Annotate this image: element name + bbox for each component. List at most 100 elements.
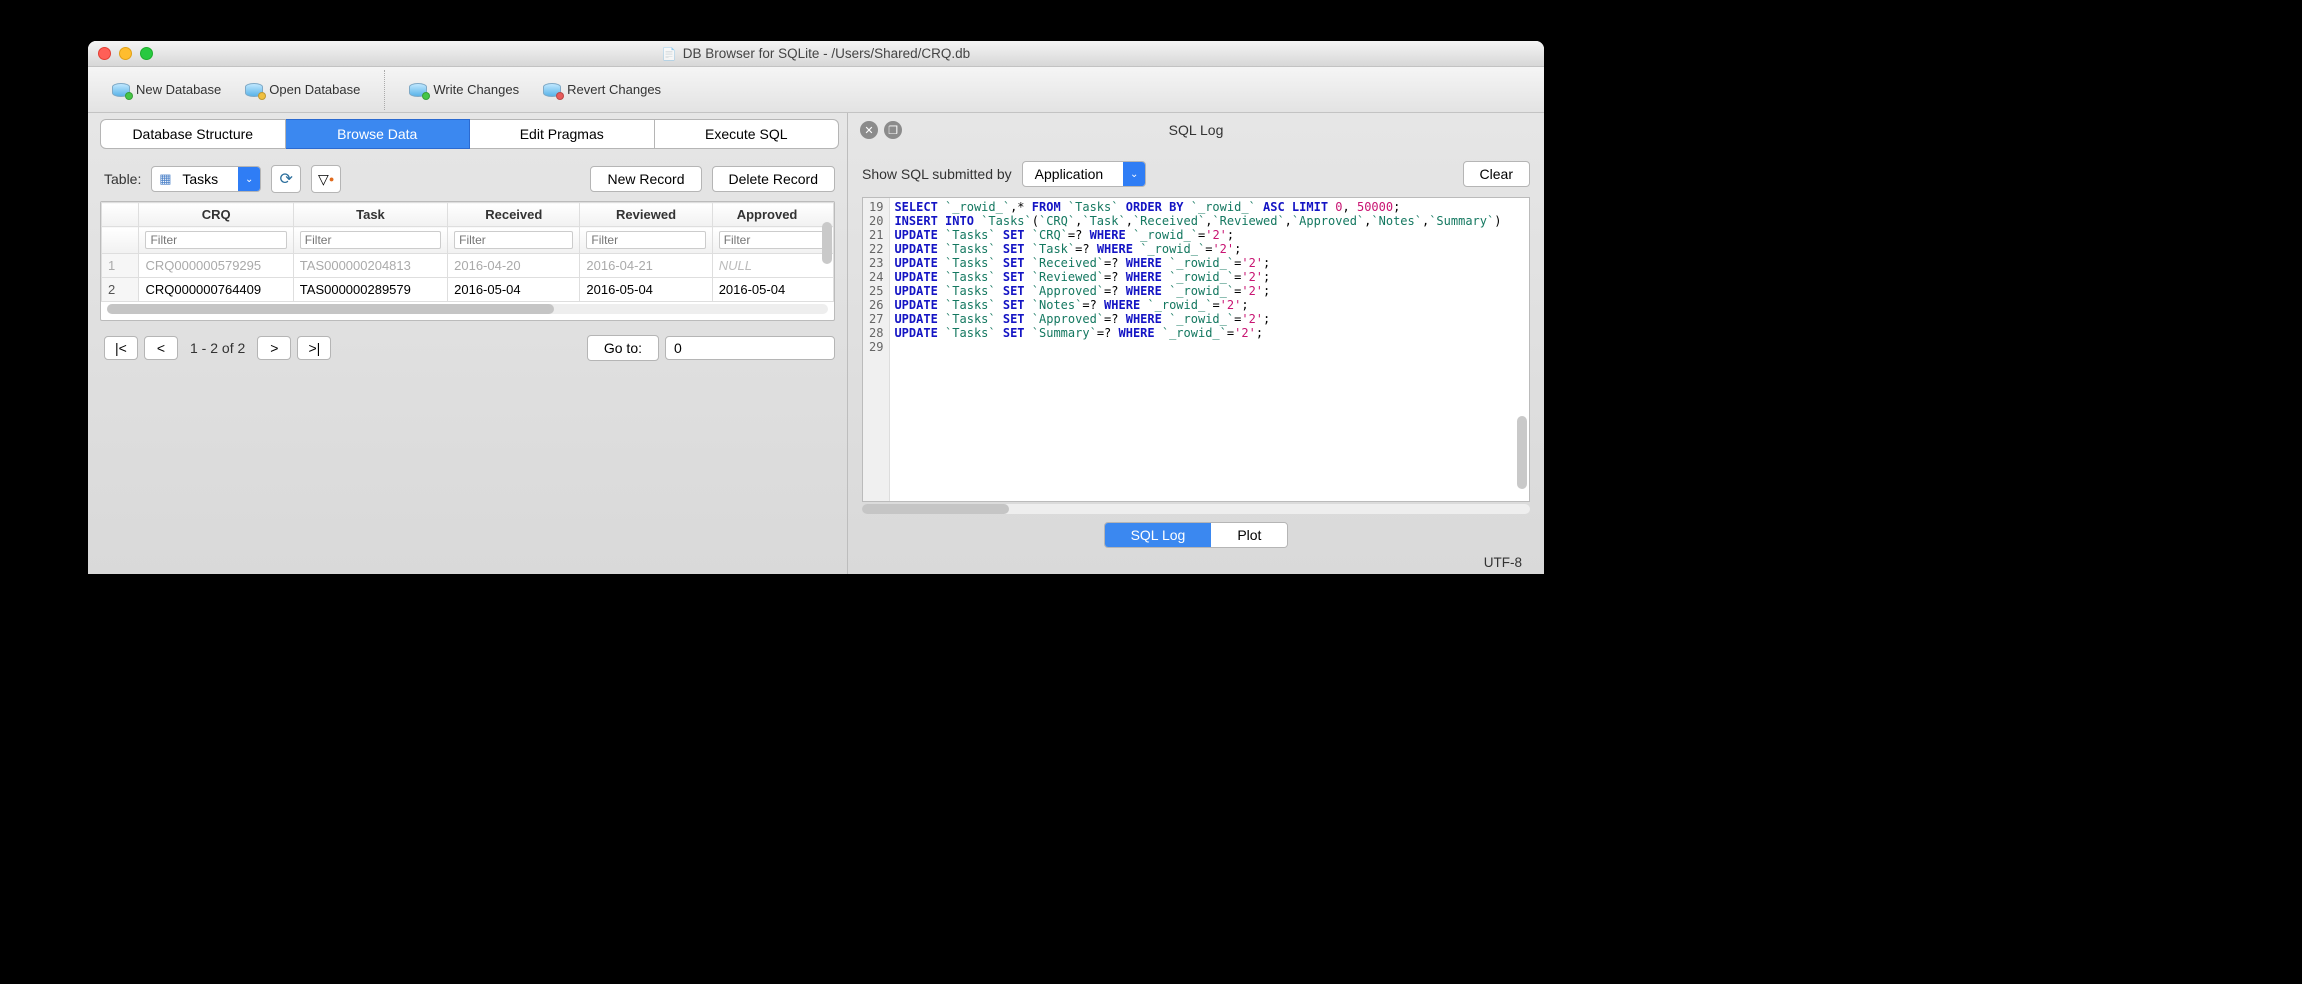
database-icon xyxy=(112,83,130,97)
goto-input[interactable] xyxy=(665,336,835,360)
traffic-lights xyxy=(98,47,153,60)
filter-reviewed xyxy=(580,227,712,254)
panel-titlebar: ✕ ❐ SQL Log xyxy=(856,119,1536,147)
last-page-button[interactable]: >| xyxy=(297,336,331,360)
seg-sql-log[interactable]: SQL Log xyxy=(1105,523,1212,547)
clear-filters-button[interactable]: ▽● xyxy=(311,165,341,193)
cell-reviewed[interactable]: 2016-04-21 xyxy=(580,254,712,278)
panel-bottom-tabs: SQL Log Plot xyxy=(856,514,1536,550)
line-gutter: 19 20 21 22 23 24 25 26 27 28 29 xyxy=(863,198,890,501)
window-title-text: DB Browser for SQLite - /Users/Shared/CR… xyxy=(683,46,970,61)
write-changes-label: Write Changes xyxy=(433,82,519,97)
table-vscrollbar[interactable] xyxy=(822,222,832,306)
filter-input-reviewed[interactable] xyxy=(586,231,705,249)
col-header-reviewed[interactable]: Reviewed xyxy=(580,203,712,227)
cell-reviewed[interactable]: 2016-05-04 xyxy=(580,278,712,302)
tab-execute-sql[interactable]: Execute SQL xyxy=(655,119,840,149)
sql-source-select[interactable]: Application ⌄ xyxy=(1022,161,1147,187)
table-select-value: Tasks xyxy=(178,171,238,187)
window-title: 📄 DB Browser for SQLite - /Users/Shared/… xyxy=(88,46,1544,61)
log-vscrollbar[interactable] xyxy=(1517,198,1527,489)
filter-input-task[interactable] xyxy=(300,231,441,249)
sql-source-value: Application xyxy=(1023,166,1124,182)
sql-source-label: Show SQL submitted by xyxy=(862,166,1012,182)
body-split: Database Structure Browse Data Edit Prag… xyxy=(88,113,1544,574)
col-header-task[interactable]: Task xyxy=(293,203,447,227)
delete-record-button[interactable]: Delete Record xyxy=(712,166,836,192)
revert-changes-label: Revert Changes xyxy=(567,82,661,97)
close-panel-button[interactable]: ✕ xyxy=(860,121,878,139)
prev-page-button[interactable]: < xyxy=(144,336,178,360)
funnel-icon: ▽● xyxy=(318,171,334,188)
col-header-approved[interactable]: Approved xyxy=(712,203,833,227)
right-pane: ✕ ❐ SQL Log Show SQL submitted by Applic… xyxy=(848,113,1544,574)
row-number: 1 xyxy=(102,254,139,278)
sql-filter-row: Show SQL submitted by Application ⌄ Clea… xyxy=(856,147,1536,197)
new-database-button[interactable]: New Database xyxy=(102,78,231,101)
new-database-label: New Database xyxy=(136,82,221,97)
chevron-down-icon: ⌄ xyxy=(1123,162,1145,186)
main-toolbar: New Database Open Database Write Changes… xyxy=(88,67,1544,113)
filter-task xyxy=(293,227,447,254)
cell-approved[interactable]: NULL xyxy=(712,254,833,278)
cell-crq[interactable]: CRQ000000764409 xyxy=(139,278,293,302)
col-header-crq[interactable]: CRQ xyxy=(139,203,293,227)
zoom-window-button[interactable] xyxy=(140,47,153,60)
refresh-button[interactable]: ⟳ xyxy=(271,165,301,193)
data-table: CRQ Task Received Reviewed Approved xyxy=(100,201,835,321)
encoding-label: UTF-8 xyxy=(1484,555,1522,570)
cell-approved[interactable]: 2016-05-04 xyxy=(712,278,833,302)
table-label: Table: xyxy=(104,171,141,187)
seg-plot[interactable]: Plot xyxy=(1211,523,1287,547)
detach-panel-button[interactable]: ❐ xyxy=(884,121,902,139)
filter-input-approved[interactable] xyxy=(719,231,827,249)
statusbar: UTF-8 xyxy=(856,550,1536,574)
titlebar: 📄 DB Browser for SQLite - /Users/Shared/… xyxy=(88,41,1544,67)
browse-controls: Table: ▦ Tasks ⌄ ⟳ ▽● New Record Delete … xyxy=(100,149,839,201)
tab-edit-pragmas[interactable]: Edit Pragmas xyxy=(470,119,655,149)
filter-input-crq[interactable] xyxy=(145,231,286,249)
refresh-icon: ⟳ xyxy=(279,169,292,189)
filter-crq xyxy=(139,227,293,254)
close-window-button[interactable] xyxy=(98,47,111,60)
filter-input-received[interactable] xyxy=(454,231,573,249)
cell-task[interactable]: TAS000000204813 xyxy=(293,254,447,278)
minimize-window-button[interactable] xyxy=(119,47,132,60)
paginator: |< < 1 - 2 of 2 > >| Go to: xyxy=(100,321,839,365)
toolbar-divider xyxy=(384,70,385,110)
goto-label: Go to: xyxy=(587,335,659,361)
left-pane: Database Structure Browse Data Edit Prag… xyxy=(88,113,848,574)
database-icon xyxy=(245,83,263,97)
app-window: 📄 DB Browser for SQLite - /Users/Shared/… xyxy=(88,41,1544,574)
database-icon xyxy=(409,83,427,97)
col-header-received[interactable]: Received xyxy=(448,203,580,227)
new-record-button[interactable]: New Record xyxy=(590,166,701,192)
cell-crq[interactable]: CRQ000000579295 xyxy=(139,254,293,278)
table-grid-icon: ▦ xyxy=(152,171,178,187)
first-page-button[interactable]: |< xyxy=(104,336,138,360)
filter-approved xyxy=(712,227,833,254)
cell-received[interactable]: 2016-04-20 xyxy=(448,254,580,278)
write-changes-button[interactable]: Write Changes xyxy=(399,78,529,101)
open-database-label: Open Database xyxy=(269,82,360,97)
sql-log-view[interactable]: 19 20 21 22 23 24 25 26 27 28 29 SELECT … xyxy=(862,197,1530,502)
filter-row-header xyxy=(102,227,139,254)
cell-task[interactable]: TAS000000289579 xyxy=(293,278,447,302)
filter-received xyxy=(448,227,580,254)
sql-code: SELECT `_rowid_`,* FROM `Tasks` ORDER BY… xyxy=(890,198,1529,501)
table-row[interactable]: 1 CRQ000000579295 TAS000000204813 2016-0… xyxy=(102,254,834,278)
tab-database-structure[interactable]: Database Structure xyxy=(100,119,286,149)
row-number: 2 xyxy=(102,278,139,302)
clear-log-button[interactable]: Clear xyxy=(1463,161,1530,187)
log-hscrollbar[interactable] xyxy=(862,504,1530,514)
row-number-header xyxy=(102,203,139,227)
tab-browse-data[interactable]: Browse Data xyxy=(286,119,471,149)
next-page-button[interactable]: > xyxy=(257,336,291,360)
table-row[interactable]: 2 CRQ000000764409 TAS000000289579 2016-0… xyxy=(102,278,834,302)
revert-changes-button[interactable]: Revert Changes xyxy=(533,78,671,101)
table-hscrollbar[interactable] xyxy=(107,304,828,314)
table-select[interactable]: ▦ Tasks ⌄ xyxy=(151,166,261,192)
cell-received[interactable]: 2016-05-04 xyxy=(448,278,580,302)
database-icon xyxy=(543,83,561,97)
open-database-button[interactable]: Open Database xyxy=(235,78,370,101)
